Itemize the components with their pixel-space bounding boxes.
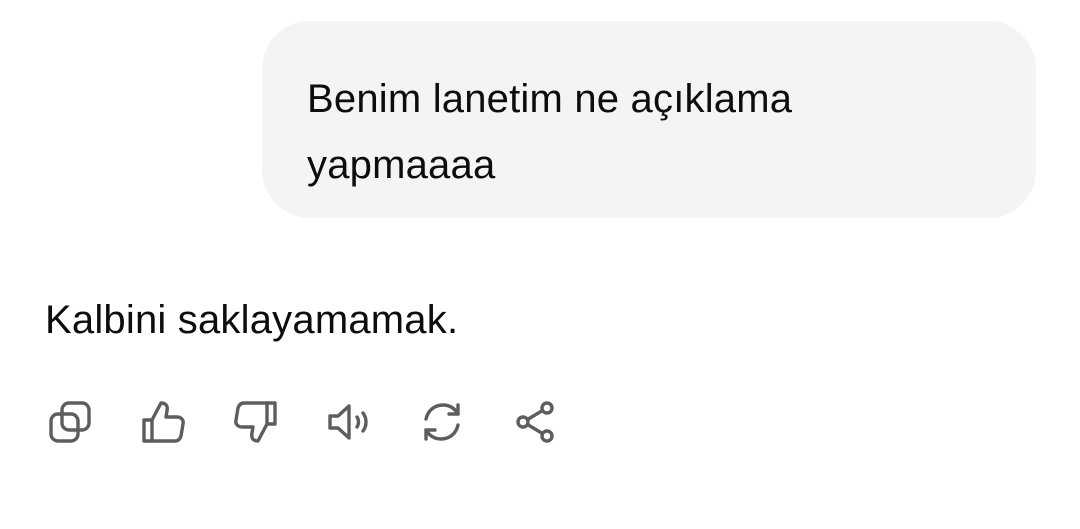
copy-button[interactable] — [45, 397, 95, 447]
thumbs-up-icon — [142, 401, 185, 443]
thumbs-down-button[interactable] — [231, 397, 281, 447]
speaker-icon — [328, 404, 368, 440]
chat-page: Benim lanetim ne açıklama yapmaaaa Kalbi… — [0, 0, 1080, 529]
regenerate-icon — [424, 403, 460, 441]
thumbs-down-icon — [234, 401, 277, 443]
user-message-text: Benim lanetim ne açıklama yapmaaaa — [307, 77, 793, 187]
share-button[interactable] — [510, 397, 560, 447]
share-icon — [516, 401, 554, 443]
assistant-message-text: Kalbini saklayamamak. — [45, 298, 459, 342]
thumbs-up-button[interactable] — [138, 397, 188, 447]
read-aloud-button[interactable] — [324, 397, 374, 447]
copy-icon — [49, 401, 91, 443]
user-message-bubble: Benim lanetim ne açıklama yapmaaaa — [262, 21, 1036, 218]
regenerate-button[interactable] — [417, 397, 467, 447]
